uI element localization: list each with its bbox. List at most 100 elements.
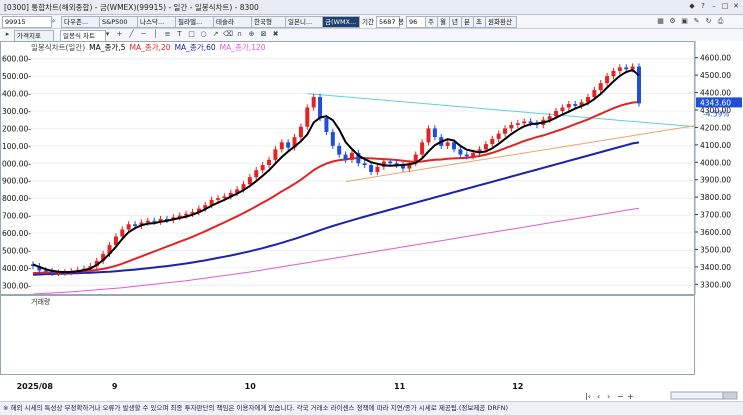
date-tick-label: 11	[394, 382, 406, 391]
code-value: 99915	[5, 18, 26, 26]
last-change-label: -4.59%	[703, 109, 730, 118]
market-philadelphia[interactable]: 필라델...	[175, 16, 214, 28]
candle-body	[362, 163, 367, 166]
chart-navigation: |‹ ‹ › − +	[583, 391, 743, 401]
candle-body	[145, 220, 150, 223]
candle-body	[133, 224, 138, 227]
code-input[interactable]: 99915	[2, 16, 52, 28]
candle-body	[598, 83, 603, 91]
window-controls: ◆ ? – □ ✕	[688, 2, 740, 10]
text-tool-icon[interactable]: T	[175, 30, 184, 39]
left-tick-label: 400.00-	[2, 90, 31, 99]
volume-panel[interactable]: 거래량	[0, 295, 695, 375]
arrow-tool-icon[interactable]: ↗	[211, 30, 220, 39]
tree-toggle-icon[interactable]: ▸	[3, 30, 12, 39]
market-gold-selected[interactable]: 금(WMX...	[322, 16, 360, 28]
candle-body	[445, 142, 450, 146]
circle-tool-icon[interactable]: ○	[199, 30, 208, 39]
ma5-line	[32, 68, 640, 274]
nav-svg: |‹ ‹ › − +	[585, 391, 738, 401]
price-chart-panel[interactable]: 600.00- 500.00- 400.00- 300.00- 200.00- 100.0…	[0, 41, 695, 295]
vline-tool-icon[interactable]: │	[151, 30, 160, 39]
prev-icon[interactable]: ‹	[597, 392, 600, 401]
zoom-out-icon[interactable]: −	[617, 392, 624, 401]
right-tick-label: 4500.00	[700, 71, 731, 80]
market-sp500[interactable]: S&P500	[99, 16, 138, 28]
print-icon[interactable]: ⎙	[716, 17, 725, 26]
search-icon[interactable]: ⌕	[49, 17, 58, 26]
candle-body	[247, 177, 252, 185]
zoom-in-icon[interactable]: +	[627, 392, 634, 401]
candle-body	[452, 142, 457, 150]
market-nasdaq[interactable]: 나스닥...	[137, 16, 176, 28]
refresh-icon[interactable]: ↻	[704, 17, 713, 26]
chevron-down-icon[interactable]: ▾	[103, 30, 112, 39]
candle-body	[560, 107, 565, 111]
grid-icon[interactable]: ▦	[656, 17, 665, 26]
hline-tool-icon[interactable]: ─	[139, 30, 148, 39]
fx-convert-button[interactable]: 원화환산	[485, 16, 517, 28]
right-tick-label: 3300.00	[700, 280, 731, 289]
candle-body	[337, 145, 342, 155]
candle-body	[503, 128, 508, 134]
minimize-icon[interactable]: –	[710, 2, 718, 10]
pin-icon[interactable]: ◆	[688, 2, 696, 10]
candle-body	[311, 97, 316, 108]
candle-body	[515, 123, 520, 125]
save-icon[interactable]: ▣	[680, 17, 689, 26]
maximize-icon[interactable]: □	[721, 2, 729, 10]
candle-body	[528, 121, 533, 124]
candle-body	[522, 121, 527, 124]
market-korea[interactable]: 한국형	[251, 16, 286, 28]
candle-body	[624, 67, 629, 70]
settings-icon[interactable]: ⚙	[668, 17, 677, 26]
left-tick-label: 100.00-	[2, 142, 31, 151]
zoom-icon[interactable]: ⊕	[247, 30, 256, 39]
tool-icon[interactable]: ✎	[692, 17, 701, 26]
market-tesla[interactable]: 테슬라	[213, 16, 252, 28]
period-input[interactable]: 5687	[376, 16, 400, 28]
right-tick-label: 3900.00	[700, 176, 731, 185]
scrollbar-thumb[interactable]	[722, 391, 738, 400]
title-bar: [0300] 통합차트(해외종합) - 금(WMEX)(99915) - 일간 …	[0, 0, 743, 15]
count-input[interactable]: 96	[406, 16, 426, 28]
left-tick-label: 800.00-	[2, 194, 31, 203]
line-tool-icon[interactable]: ╱	[127, 30, 136, 39]
fibo-tool-icon[interactable]: ≡	[163, 30, 172, 39]
date-tick-label: 9	[112, 382, 118, 391]
market-japan[interactable]: 일본니...	[285, 16, 323, 28]
right-tick-label: 3400.00	[700, 263, 731, 272]
crosshair-icon[interactable]: +	[115, 30, 124, 39]
candle-body	[483, 144, 488, 150]
candle-body	[426, 128, 431, 143]
rect-tool-icon[interactable]: □	[187, 30, 196, 39]
trend-line-upper	[307, 93, 694, 128]
right-price-axis: 4600.00 4500.00 4400.00 4300.00 4200.00 4100.…	[694, 41, 743, 295]
close-icon[interactable]: ✕	[732, 2, 740, 10]
next-icon[interactable]: ›	[607, 392, 610, 401]
ma20-line	[32, 100, 640, 275]
ma120-line	[32, 207, 640, 294]
legend-entry: MA_종가,120	[220, 43, 266, 52]
right-tick-label: 3800.00	[700, 193, 731, 202]
candle-body	[471, 152, 476, 157]
market-dow[interactable]: 다우존...	[61, 16, 100, 28]
eraser-icon[interactable]: ⌫	[223, 30, 233, 39]
candle-body	[56, 272, 61, 274]
first-icon[interactable]: |‹	[585, 392, 591, 401]
candle-body	[279, 142, 284, 150]
left-tick-label: 500.00-	[2, 246, 31, 255]
price-chart[interactable]: 600.00- 500.00- 400.00- 300.00- 200.00- 100.0…	[1, 42, 694, 294]
help-icon[interactable]: ?	[699, 2, 707, 10]
right-tick-label: 3700.00	[700, 211, 731, 220]
trash-icon[interactable]: ✖	[271, 30, 280, 39]
candle-body	[120, 229, 125, 237]
magnet-icon[interactable]: ∩	[235, 30, 244, 39]
candle-body	[611, 70, 616, 77]
left-tick-label: 200.00-	[2, 124, 31, 133]
right-tick-label: 4600.00	[700, 54, 731, 63]
candle-body	[298, 126, 303, 138]
date-tick-label: 12	[512, 382, 523, 391]
lock-icon[interactable]: ⊠	[259, 30, 268, 39]
left-tick-label: 000.00-	[2, 159, 31, 168]
